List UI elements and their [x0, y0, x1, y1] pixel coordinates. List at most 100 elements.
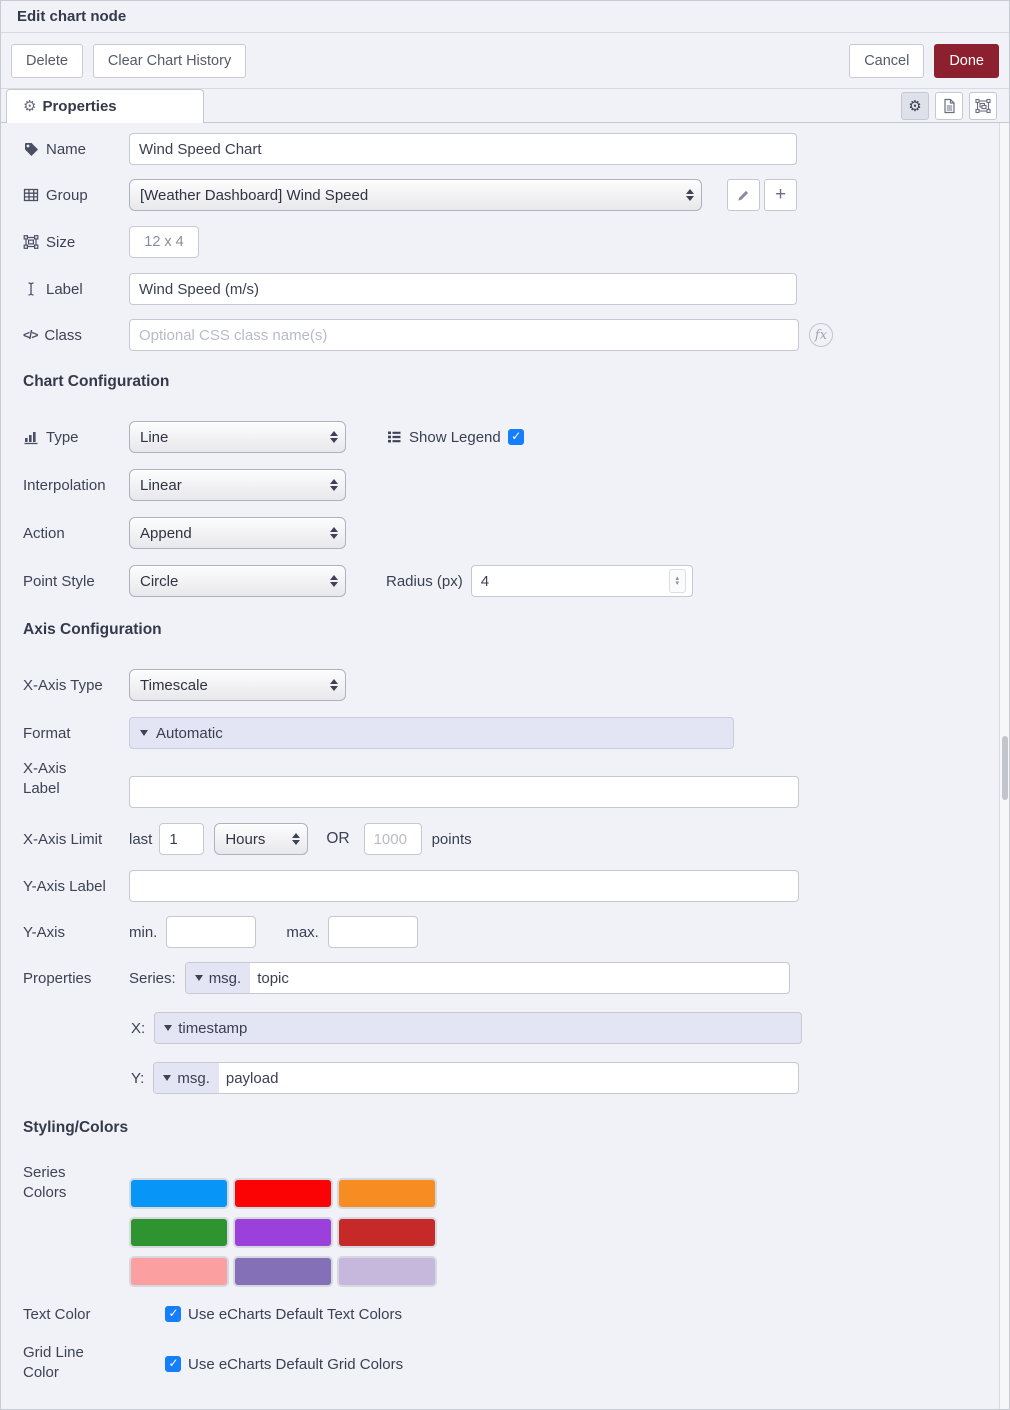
show-legend-label: Show Legend	[409, 429, 501, 446]
size-button[interactable]: 12 x 4	[129, 226, 199, 258]
y-property-prefix-button[interactable]: msg.	[154, 1063, 219, 1093]
edit-chart-node-dialog: Edit chart node Delete Clear Chart Histo…	[0, 0, 1010, 1410]
label-label: Label	[46, 281, 83, 298]
gear-icon: ⚙	[908, 99, 921, 114]
scrollbar-thumb[interactable]	[1002, 736, 1008, 800]
tab-bar: ⚙ Properties ⚙	[1, 89, 1009, 123]
label-row: Label	[23, 273, 797, 305]
x-axis-limit-row: X-Axis Limit last Hours OR points	[23, 823, 472, 855]
interpolation-select-value: Linear	[140, 477, 324, 494]
y-axis-row: Y-Axis min. max.	[23, 916, 418, 948]
select-arrows-icon	[330, 527, 338, 539]
size-icon	[23, 234, 39, 250]
series-typed-input[interactable]: msg. topic	[185, 962, 790, 994]
y-axis-label-input[interactable]	[129, 870, 799, 902]
add-group-button[interactable]: +	[764, 179, 797, 211]
node-properties-button[interactable]: ⚙	[901, 92, 929, 120]
size-row: Size 12 x 4	[23, 226, 797, 258]
point-style-select[interactable]: Circle	[129, 565, 346, 597]
format-label-col: Format	[23, 725, 129, 742]
text-cursor-icon	[23, 281, 39, 297]
limit-unit-value: Hours	[225, 831, 286, 848]
series-label: Series:	[129, 970, 176, 987]
series-color-swatch[interactable]	[337, 1256, 437, 1287]
y-property-prefix-label: msg.	[177, 1070, 210, 1087]
y-property-typed-input[interactable]: msg. payload	[153, 1062, 799, 1094]
styling-colors-heading: Styling/Colors	[23, 1119, 128, 1137]
show-legend-checkbox[interactable]	[508, 429, 524, 445]
edit-group-button[interactable]	[727, 179, 760, 211]
action-select-value: Append	[140, 525, 324, 542]
size-label-col: Size	[23, 234, 129, 251]
spinner-icon[interactable]: ▴▾	[669, 569, 686, 593]
interpolation-select[interactable]: Linear	[129, 469, 346, 501]
select-arrows-icon	[330, 431, 338, 443]
x-axis-type-label-col: X-Axis Type	[23, 677, 129, 694]
text-color-label: Text Color	[23, 1306, 91, 1323]
name-input[interactable]	[129, 133, 797, 165]
label-input[interactable]	[129, 273, 797, 305]
dialog-toolbar: Delete Clear Chart History Cancel Done	[1, 33, 1009, 89]
series-value: topic	[250, 963, 296, 993]
x-property-prefix-button[interactable]: timestamp	[155, 1013, 256, 1043]
caret-down-icon	[163, 1075, 171, 1081]
y-max-label: max.	[286, 924, 319, 941]
limit-hours-input[interactable]	[159, 823, 204, 855]
x-property-label: X:	[131, 1020, 145, 1037]
grid-color-checkbox[interactable]	[165, 1356, 181, 1372]
x-axis-type-select[interactable]: Timescale	[129, 669, 346, 701]
limit-unit-select[interactable]: Hours	[214, 823, 308, 855]
node-appearance-button[interactable]	[969, 92, 997, 120]
select-arrows-icon	[686, 189, 694, 201]
series-color-swatch[interactable]	[129, 1217, 229, 1248]
class-label: Class	[44, 327, 82, 344]
clear-chart-history-button[interactable]: Clear Chart History	[93, 44, 246, 78]
table-icon	[23, 187, 39, 203]
caret-down-icon	[140, 730, 148, 736]
group-label: Group	[46, 187, 88, 204]
x-axis-limit-label: X-Axis Limit	[23, 831, 102, 848]
action-select[interactable]: Append	[129, 517, 346, 549]
series-color-swatch[interactable]	[233, 1256, 333, 1287]
delete-button[interactable]: Delete	[11, 44, 83, 78]
cancel-button[interactable]: Cancel	[849, 44, 924, 78]
series-color-swatch[interactable]	[337, 1217, 437, 1248]
radius-label: Radius (px)	[386, 573, 463, 590]
tab-properties[interactable]: ⚙ Properties	[6, 89, 204, 123]
interpolation-label: Interpolation	[23, 477, 106, 494]
x-axis-label-input[interactable]	[129, 776, 799, 808]
series-colors-label: Series Colors	[23, 1163, 83, 1204]
series-prefix-button[interactable]: msg.	[186, 963, 251, 993]
chart-type-icon	[23, 429, 39, 445]
name-row: Name	[23, 133, 797, 165]
class-label-col: </> Class	[23, 327, 129, 344]
point-style-label-col: Point Style	[23, 573, 129, 590]
series-color-swatch[interactable]	[129, 1178, 229, 1209]
object-group-icon	[975, 98, 991, 114]
y-min-input[interactable]	[166, 916, 256, 948]
type-select[interactable]: Line	[129, 421, 346, 453]
node-description-button[interactable]	[935, 92, 963, 120]
series-color-swatch[interactable]	[337, 1178, 437, 1209]
scrollbar[interactable]	[999, 123, 1009, 1409]
y-max-input[interactable]	[328, 916, 418, 948]
x-property-typed-input[interactable]: timestamp	[154, 1012, 802, 1044]
series-color-swatch[interactable]	[233, 1178, 333, 1209]
format-row: Format Automatic	[23, 717, 734, 749]
series-color-swatch[interactable]	[233, 1217, 333, 1248]
group-select[interactable]: [Weather Dashboard] Wind Speed	[129, 179, 702, 211]
class-row: </> Class fx	[23, 319, 859, 351]
series-color-swatch[interactable]	[129, 1256, 229, 1287]
tag-icon	[23, 141, 39, 157]
fx-expression-button[interactable]: fx	[809, 323, 833, 347]
done-button[interactable]: Done	[934, 44, 999, 78]
radius-input[interactable]: 4 ▴▾	[471, 565, 693, 597]
x-property-value: timestamp	[178, 1020, 247, 1037]
limit-points-input[interactable]	[364, 823, 422, 855]
axis-configuration-heading: Axis Configuration	[23, 621, 162, 639]
text-color-checkbox[interactable]	[165, 1306, 181, 1322]
format-label: Format	[23, 725, 71, 742]
class-input[interactable]	[129, 319, 799, 351]
format-dropdown[interactable]: Automatic	[129, 717, 734, 749]
series-colors-grid	[129, 1178, 437, 1287]
